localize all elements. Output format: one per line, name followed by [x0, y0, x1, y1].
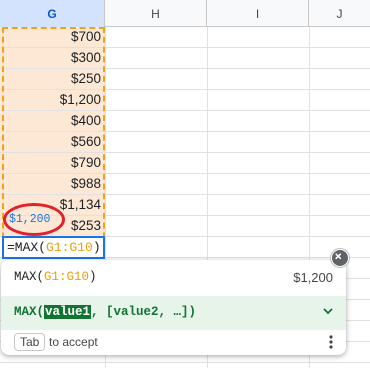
close-popup-button[interactable]: [331, 249, 349, 267]
grid-row-9: $1,134: [0, 195, 370, 216]
signature-remaining-params: , [value2, …]): [91, 305, 197, 319]
cell-g5[interactable]: $400: [0, 111, 105, 131]
function-signature: MAX(value1, [value2, …]): [14, 305, 196, 319]
function-help-row[interactable]: MAX(value1, [value2, …]): [1, 296, 346, 330]
column-header-j[interactable]: J: [309, 0, 370, 27]
grid-row-6: $560: [0, 132, 370, 153]
tab-key-hint: Tab: [14, 333, 46, 351]
grid-row-5: $400: [0, 111, 370, 132]
accept-hint-text: to accept: [49, 335, 98, 349]
grid-row-2: $300: [0, 48, 370, 69]
column-header-i[interactable]: I: [207, 0, 309, 27]
grid-row-3: $250: [0, 69, 370, 90]
suggestion-close-paren: ): [89, 270, 97, 284]
column-header-row: G H I J: [0, 0, 370, 27]
grid-row-4: $1,200: [0, 90, 370, 111]
cell-g9[interactable]: $1,134: [0, 195, 105, 215]
grid-row-10: $253: [0, 216, 370, 237]
accept-hint-row: Tab to accept: [1, 330, 346, 355]
formula-prefix: =MAX(: [7, 240, 47, 255]
grid-row-7: $790: [0, 153, 370, 174]
cell-g1[interactable]: $700: [0, 27, 105, 47]
chevron-down-icon[interactable]: [322, 305, 334, 317]
signature-active-param: value1: [44, 305, 92, 319]
cell-g4[interactable]: $1,200: [0, 90, 105, 110]
cell-g6[interactable]: $560: [0, 132, 105, 152]
suggestion-range: G1:G10: [44, 270, 90, 284]
formula-result-preview: $1,200: [9, 213, 51, 226]
cell-g2[interactable]: $300: [0, 48, 105, 68]
formula-range-reference: G1:G10: [46, 240, 93, 255]
formula-suffix: ): [92, 240, 101, 255]
grid-row-8: $988: [0, 174, 370, 195]
formula-autocomplete-popup: MAX(G1:G10) $1,200 MAX(value1, [value2, …: [1, 260, 346, 355]
column-header-h[interactable]: H: [105, 0, 207, 27]
cell-g8[interactable]: $988: [0, 174, 105, 194]
suggestion-formula: MAX(G1:G10): [14, 270, 97, 284]
suggestion-function: MAX(: [14, 270, 45, 284]
more-options-icon[interactable]: [328, 334, 334, 350]
suggestion-result-value: $1,200: [293, 270, 333, 285]
cell-g7[interactable]: $790: [0, 153, 105, 173]
formula-suggestion-row[interactable]: MAX(G1:G10) $1,200: [1, 260, 346, 296]
signature-function: MAX(: [14, 305, 45, 319]
column-header-g[interactable]: G: [0, 0, 105, 27]
grid-row-1: $700: [0, 27, 370, 48]
cell-g3[interactable]: $250: [0, 69, 105, 89]
close-icon: [335, 253, 342, 260]
formula-input-cell[interactable]: =MAX(G1:G10): [2, 236, 105, 259]
